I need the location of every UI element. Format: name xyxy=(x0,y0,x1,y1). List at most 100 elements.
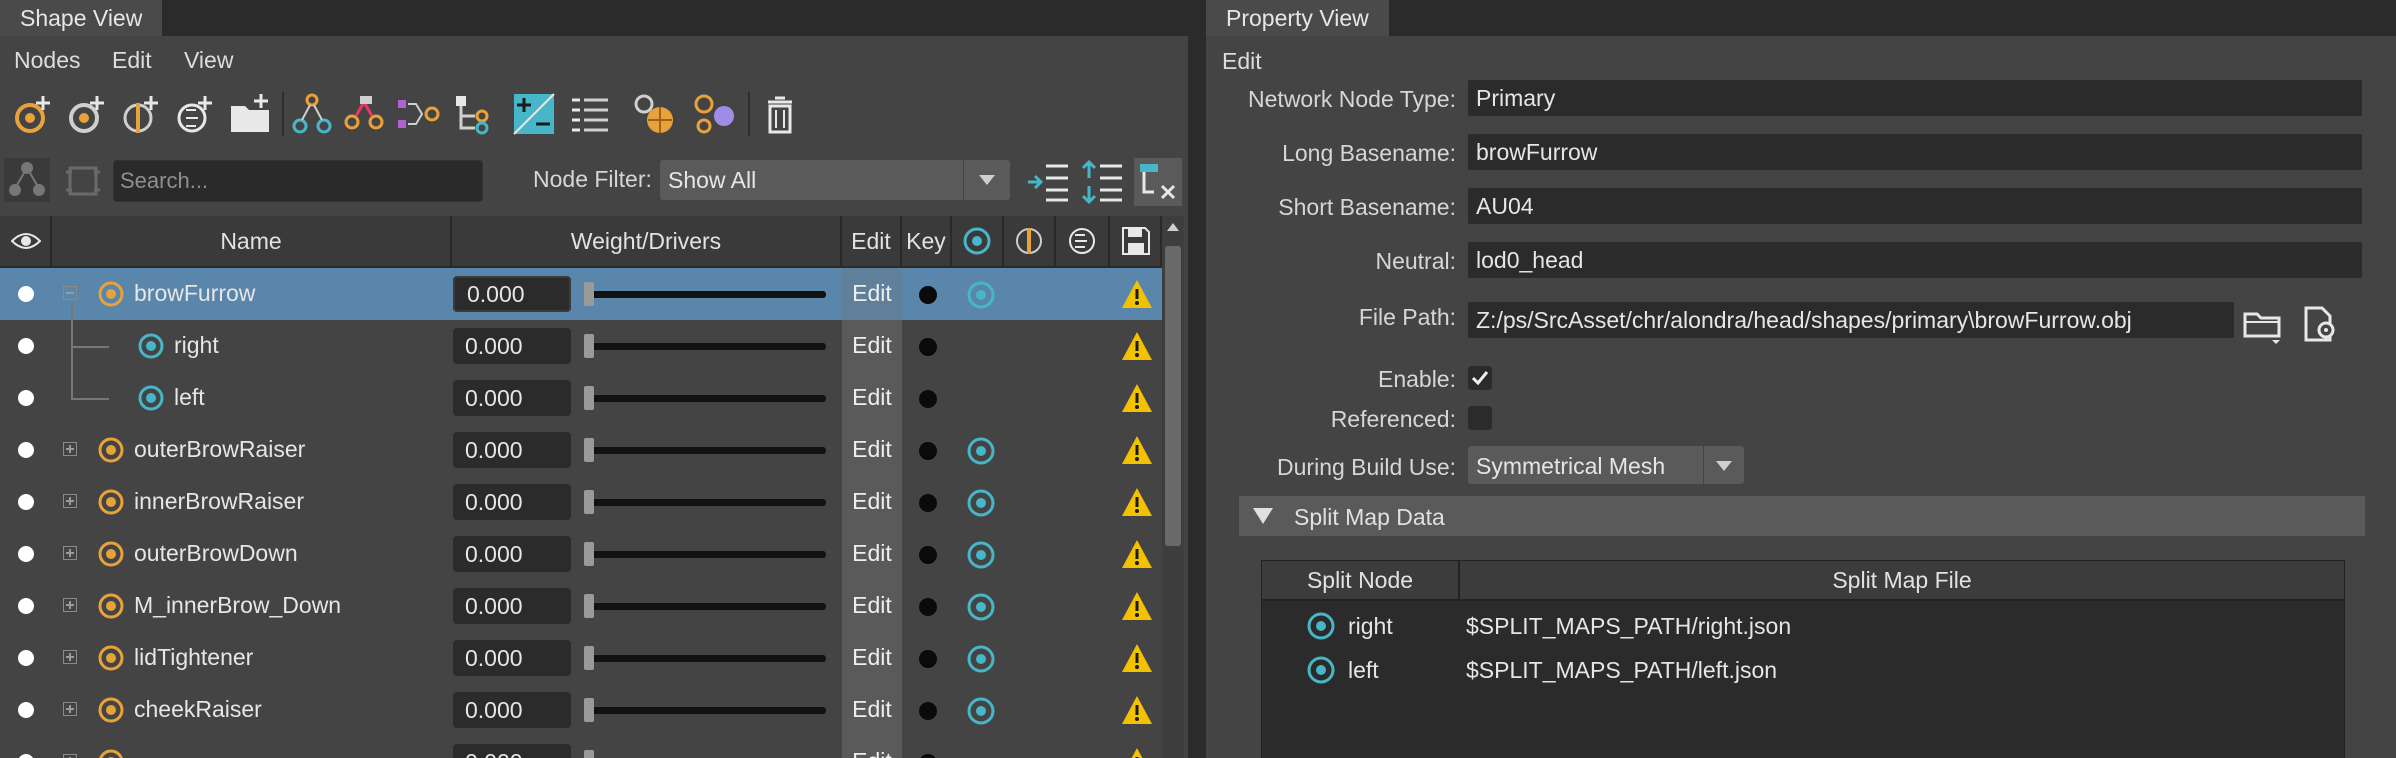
slider-handle[interactable] xyxy=(584,334,594,358)
warning-icon[interactable] xyxy=(1120,434,1154,466)
driver-icon[interactable] xyxy=(966,436,996,466)
warning-icon[interactable] xyxy=(1120,746,1154,758)
weight-field[interactable]: 0.000 xyxy=(453,536,571,572)
key-toggle[interactable] xyxy=(919,650,937,668)
add-combo-icon[interactable] xyxy=(64,92,108,136)
table-row[interactable]: cheekRaiser 0.000 Edit xyxy=(0,684,1168,736)
weight-field[interactable]: 0.000 xyxy=(453,328,571,364)
weight-field[interactable]: 0.000 xyxy=(453,484,571,520)
shape-globe-icon[interactable] xyxy=(632,92,676,136)
key-toggle[interactable] xyxy=(919,390,937,408)
slider-handle[interactable] xyxy=(584,750,594,758)
driver-icon[interactable] xyxy=(966,488,996,518)
split-map-file-column-header[interactable]: Split Map File xyxy=(1460,561,2344,599)
weight-field[interactable]: 0.000 xyxy=(453,588,571,624)
weight-slider[interactable] xyxy=(584,343,826,350)
slider-handle[interactable] xyxy=(584,386,594,410)
edit-button[interactable]: Edit xyxy=(842,436,902,463)
expand-toggle[interactable] xyxy=(63,702,77,716)
corrective-column-header[interactable] xyxy=(1056,216,1110,266)
slider-handle[interactable] xyxy=(584,282,594,306)
table-row[interactable]: 0.000 Edit xyxy=(0,736,1168,758)
warning-icon[interactable] xyxy=(1120,382,1154,414)
table-row[interactable]: right $SPLIT_MAPS_PATH/right.json xyxy=(1262,605,2344,649)
table-row[interactable]: lidTightener 0.000 Edit xyxy=(0,632,1168,684)
edit-button[interactable]: Edit xyxy=(842,540,902,567)
visibility-toggle[interactable] xyxy=(18,494,34,510)
edit-button[interactable]: Edit xyxy=(842,332,902,359)
edit-button[interactable]: Edit xyxy=(842,592,902,619)
visibility-toggle[interactable] xyxy=(18,546,34,562)
expand-toggle[interactable] xyxy=(63,546,77,560)
key-toggle[interactable] xyxy=(919,442,937,460)
driver-icon[interactable] xyxy=(966,592,996,622)
slider-handle[interactable] xyxy=(584,490,594,514)
weight-slider[interactable] xyxy=(584,499,826,506)
save-column-header[interactable] xyxy=(1110,216,1162,266)
visibility-toggle[interactable] xyxy=(18,442,34,458)
preview-icon[interactable] xyxy=(692,92,736,136)
referenced-checkbox[interactable] xyxy=(1468,406,1492,430)
slider-handle[interactable] xyxy=(584,594,594,618)
slider-handle[interactable] xyxy=(584,646,594,670)
locate-file-icon[interactable] xyxy=(2300,304,2340,344)
expand-all-icon[interactable] xyxy=(1026,160,1072,204)
chevron-down-icon[interactable] xyxy=(963,160,1010,200)
driver-connect-icon[interactable] xyxy=(342,92,386,136)
file-path-field[interactable]: Z:/ps/SrcAsset/chr/alondra/head/shapes/p… xyxy=(1468,302,2234,338)
driver-column-header[interactable] xyxy=(952,216,1004,266)
visibility-column-header[interactable] xyxy=(0,216,52,266)
network-icon[interactable] xyxy=(290,92,334,136)
trash-icon[interactable] xyxy=(758,92,802,136)
key-toggle[interactable] xyxy=(919,338,937,356)
expand-toggle[interactable] xyxy=(63,650,77,664)
list-icon[interactable] xyxy=(568,92,612,136)
slider-handle[interactable] xyxy=(584,698,594,722)
name-column-header[interactable]: Name xyxy=(52,216,452,266)
browse-folder-icon[interactable] xyxy=(2242,304,2284,346)
warning-icon[interactable] xyxy=(1120,590,1154,622)
menu-nodes[interactable]: Nodes xyxy=(14,40,80,80)
collapse-toggle[interactable] xyxy=(63,286,77,300)
slider-handle[interactable] xyxy=(584,438,594,462)
weight-field[interactable]: 0.000 xyxy=(453,432,571,468)
warning-icon[interactable] xyxy=(1120,330,1154,362)
collapse-triangle-icon[interactable] xyxy=(1253,508,1273,524)
weight-field[interactable]: 0.000 xyxy=(453,692,571,728)
chevron-down-icon[interactable] xyxy=(1703,446,1744,484)
weight-field[interactable]: 0.000 xyxy=(453,744,571,758)
add-inbetween-icon[interactable] xyxy=(118,92,162,136)
neutral-field[interactable]: lod0_head xyxy=(1468,242,2362,278)
plus-minus-icon[interactable] xyxy=(512,92,556,136)
tab-shape-view[interactable]: Shape View xyxy=(0,0,163,36)
table-row[interactable]: outerBrowDown 0.000 Edit xyxy=(0,528,1168,580)
edit-button[interactable]: Edit xyxy=(842,488,902,515)
weight-slider[interactable] xyxy=(584,447,826,454)
warning-icon[interactable] xyxy=(1120,538,1154,570)
menu-view[interactable]: View xyxy=(184,40,233,80)
property-edit-menu[interactable]: Edit xyxy=(1222,48,1262,75)
search-field[interactable] xyxy=(113,160,483,202)
warning-icon[interactable] xyxy=(1120,642,1154,674)
menu-edit[interactable]: Edit xyxy=(112,40,152,80)
visibility-toggle[interactable] xyxy=(18,702,34,718)
visibility-toggle[interactable] xyxy=(18,338,34,354)
driver-icon[interactable] xyxy=(966,696,996,726)
weight-slider[interactable] xyxy=(584,707,826,714)
key-toggle[interactable] xyxy=(919,494,937,512)
clear-filter-icon[interactable] xyxy=(1134,158,1182,206)
table-row[interactable]: right 0.000 Edit xyxy=(0,320,1168,372)
warning-icon[interactable] xyxy=(1120,694,1154,726)
table-row[interactable]: M_innerBrow_Down 0.000 Edit xyxy=(0,580,1168,632)
table-row[interactable]: outerBrowRaiser 0.000 Edit xyxy=(0,424,1168,476)
edit-button[interactable]: Edit xyxy=(842,748,902,758)
add-corrective-icon[interactable] xyxy=(172,92,216,136)
table-row[interactable]: left 0.000 Edit xyxy=(0,372,1168,424)
sequence-icon[interactable] xyxy=(396,92,440,136)
table-row[interactable]: left $SPLIT_MAPS_PATH/left.json xyxy=(1262,649,2344,693)
key-toggle[interactable] xyxy=(919,754,937,758)
visibility-toggle[interactable] xyxy=(18,390,34,406)
visibility-toggle[interactable] xyxy=(18,650,34,666)
table-row[interactable]: browFurrow 0.000 Edit xyxy=(0,268,1168,320)
edit-button[interactable]: Edit xyxy=(842,384,902,411)
